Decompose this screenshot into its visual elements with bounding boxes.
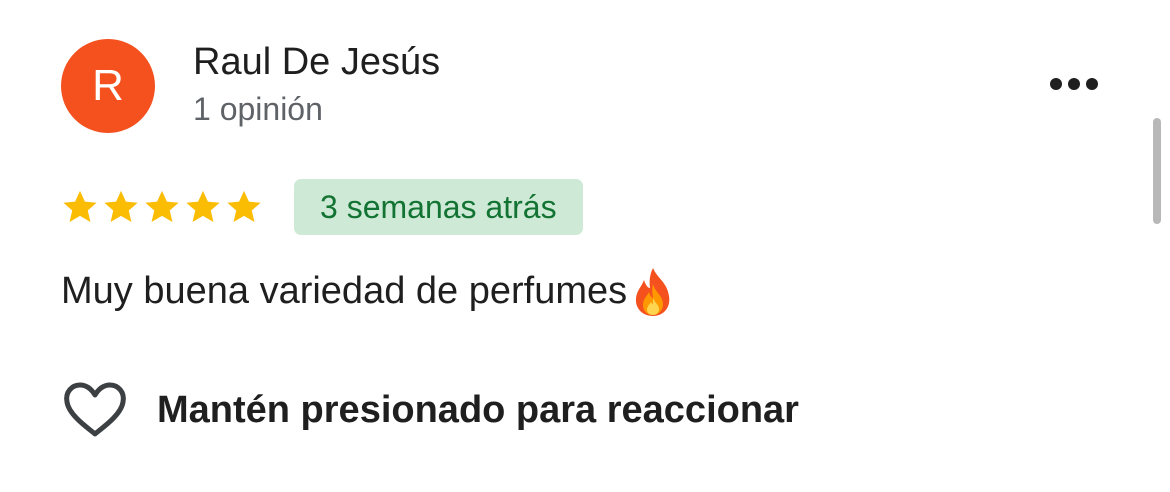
reviewer-name[interactable]: Raul De Jesús	[193, 41, 440, 84]
review-body: Muy buena variedad de perfumes	[61, 270, 628, 313]
star-icon	[227, 190, 261, 223]
review-text: Muy buena variedad de perfumes	[61, 266, 675, 318]
star-icon	[186, 190, 220, 223]
time-ago-text: 3 semanas atrás	[320, 189, 557, 225]
scrollbar[interactable]	[1153, 118, 1161, 224]
react-button[interactable]: Mantén presionado para reaccionar	[61, 376, 799, 444]
star-icon	[145, 190, 179, 223]
fire-emoji-icon	[636, 268, 670, 316]
star-icon	[104, 190, 138, 223]
react-label: Mantén presionado para reaccionar	[157, 388, 799, 431]
time-badge: 3 semanas atrás	[294, 179, 583, 235]
heart-outline-icon	[64, 382, 126, 437]
avatar-letter: R	[92, 61, 124, 110]
more-options-button[interactable]	[1040, 62, 1108, 106]
star-icon	[63, 190, 97, 223]
star-rating	[61, 184, 266, 230]
more-horizontal-icon	[1050, 78, 1098, 90]
reviewer-review-count: 1 opinión	[193, 91, 323, 127]
avatar[interactable]: R	[61, 39, 155, 133]
